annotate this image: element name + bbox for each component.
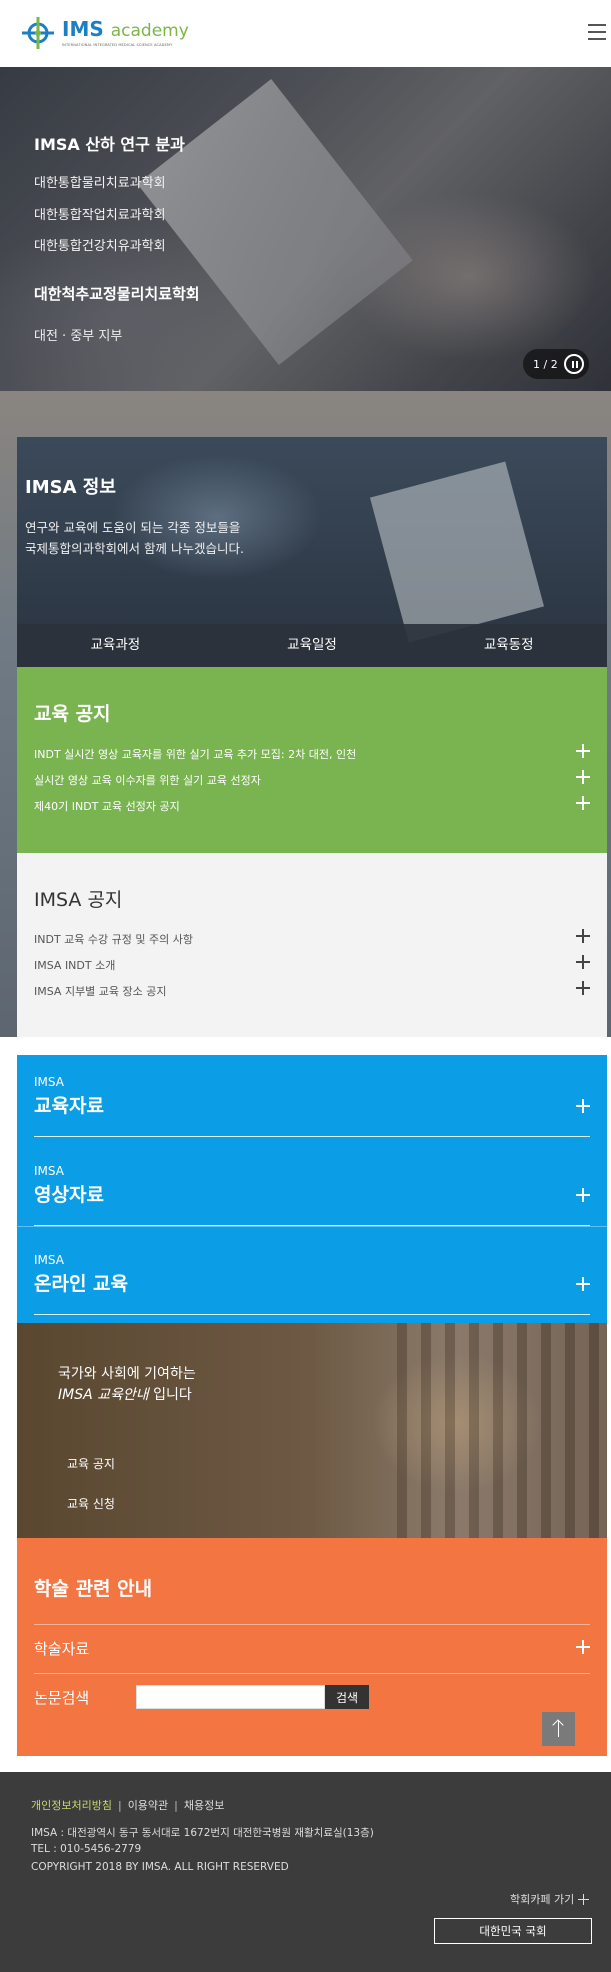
tab-courses[interactable]: 교육과정 [17, 624, 214, 667]
privacy-policy-link[interactable]: 개인정보처리방침 [31, 1799, 112, 1812]
logo-mark-icon [20, 15, 56, 51]
slider-pager: 1 / 2 [523, 349, 589, 379]
hero-title: IMSA 산하 연구 분과 [34, 135, 185, 154]
plus-icon[interactable] [576, 929, 590, 943]
resource-org-label: IMSA [34, 1253, 64, 1267]
list-item[interactable]: 실시간 영상 교육 이수자를 위한 실기 교육 선정자 [34, 768, 590, 790]
recruit-link[interactable]: 채용정보 [184, 1799, 224, 1812]
scroll-top-icon[interactable] [542, 1712, 575, 1746]
list-item[interactable]: IMSA INDT 소개 [34, 953, 590, 975]
resource-link-materials[interactable]: IMSA 교육자료 [34, 1075, 590, 1137]
hero-item-physio[interactable]: 대한통합물리치료과학회 [34, 172, 166, 191]
tab-news[interactable]: 교육동정 [410, 624, 607, 667]
promo-link-apply[interactable]: 교육 신청 [67, 1495, 115, 1512]
list-item-text: IMSA INDT 소개 [34, 959, 116, 972]
resource-title: 영상자료 [34, 1184, 104, 1206]
resource-org-label: IMSA [34, 1075, 64, 1089]
education-notice-title: 교육 공지 [34, 703, 111, 725]
promo-link-notice[interactable]: 교육 공지 [67, 1455, 115, 1472]
resources-panel: IMSA 교육자료 IMSA 영상자료 IMSA 온라인 교육 [17, 1055, 607, 1323]
resource-title: 교육자료 [34, 1095, 104, 1117]
search-button[interactable]: 검색 [325, 1685, 369, 1709]
logo-name: IMS academy [62, 17, 189, 41]
academic-row-label: 학술자료 [34, 1640, 90, 1658]
promo-line: IMSA 교육안내 입니다 [58, 1387, 192, 1403]
hero-branch[interactable]: 대전 · 중부 지부 [34, 325, 122, 344]
imsa-notice-panel: IMSA 공지 INDT 교육 수강 규정 및 주의 사항 IMSA INDT … [17, 853, 607, 1037]
hero-item-health[interactable]: 대한통합건강치유과학회 [34, 235, 166, 254]
info-desc-line: 국제통합의과학회에서 함께 나누겠습니다. [25, 541, 244, 556]
footer-address: IMSA : 대전광역시 동구 동서대로 1672번지 대전한국병원 재활치료실… [31, 1827, 374, 1839]
promo-line: 국가와 사회에 기여하는 [58, 1366, 196, 1382]
info-desc-line: 연구와 교육에 도움이 되는 각종 정보들을 [25, 520, 241, 535]
imsa-notice-title: IMSA 공지 [34, 889, 123, 911]
plus-icon[interactable] [576, 1277, 590, 1291]
academic-title: 학술 관련 안내 [34, 1578, 153, 1600]
plus-icon[interactable] [576, 744, 590, 758]
plus-icon[interactable] [576, 770, 590, 784]
hamburger-menu-icon[interactable] [588, 24, 606, 40]
list-item[interactable]: IMSA 지부별 교육 장소 공지 [34, 979, 590, 1001]
list-item-text: 실시간 영상 교육 이수자를 위한 실기 교육 선정자 [34, 774, 261, 787]
list-item-text: IMSA 지부별 교육 장소 공지 [34, 985, 167, 998]
paper-search-input[interactable] [136, 1685, 325, 1709]
list-item[interactable]: INDT 교육 수강 규정 및 주의 사항 [34, 927, 590, 949]
paper-search-label: 논문검색 [34, 1689, 90, 1707]
resource-org-label: IMSA [34, 1164, 64, 1178]
terms-link[interactable]: 이용약관 [128, 1799, 168, 1812]
hero-subtitle: 대한척추교정물리치료학회 [34, 285, 200, 303]
footer-copyright: COPYRIGHT 2018 BY IMSA. ALL RIGHT RESERV… [31, 1861, 289, 1873]
site-header: IMS academy INTERNATIONAL INTEGRATED MED… [0, 0, 611, 67]
footer-links: 개인정보처리방침 | 이용약관 | 채용정보 [31, 1799, 225, 1812]
info-title: IMSA 정보 [25, 477, 116, 498]
resource-title: 온라인 교육 [34, 1273, 129, 1295]
plus-icon[interactable] [576, 1640, 590, 1654]
imsa-info-panel: IMSA 정보 연구와 교육에 도움이 되는 각종 정보들을 국제통합의과학회에… [17, 437, 607, 667]
divider [34, 1673, 590, 1674]
hero-slider: IMSA 산하 연구 분과 대한통합물리치료과학회 대한통합작업치료과학회 대한… [0, 67, 611, 391]
info-background-notebook [369, 461, 545, 643]
resource-link-videos[interactable]: IMSA 영상자료 [34, 1164, 590, 1226]
cafe-link[interactable]: 학회카페 가기 [510, 1891, 590, 1907]
site-footer: 개인정보처리방침 | 이용약관 | 채용정보 IMSA : 대전광역시 동구 동서대로 … [0, 1772, 611, 1972]
slider-page-indicator: 1 / 2 [533, 357, 558, 371]
divider [0, 1226, 611, 1227]
national-assembly-link[interactable]: 대한민국 국회 [434, 1918, 592, 1944]
cafe-link-label: 학회카페 가기 [510, 1893, 575, 1906]
plus-icon[interactable] [576, 955, 590, 969]
academic-panel: 학술 관련 안내 학술자료 논문검색 검색 [17, 1538, 607, 1756]
footer-tel: TEL : 010-5456-2779 [31, 1843, 142, 1855]
education-guide-banner: 국가와 사회에 기여하는 IMSA 교육안내 입니다 교육 공지 교육 신청 [17, 1323, 607, 1538]
list-item[interactable]: 제40기 INDT 교육 선정자 공지 [34, 794, 590, 816]
list-item-text: 제40기 INDT 교육 선정자 공지 [34, 800, 180, 813]
logo-subtitle: INTERNATIONAL INTEGRATED MEDICAL SCIENCE… [62, 43, 173, 47]
info-tabs: 교육과정 교육일정 교육동정 [17, 624, 607, 667]
hero-item-occupational[interactable]: 대한통합작업치료과학회 [34, 204, 166, 223]
list-item[interactable]: INDT 실시간 영상 교육자를 위한 실기 교육 추가 모집: 2차 대전, … [34, 742, 590, 764]
tab-schedule[interactable]: 교육일정 [214, 624, 411, 667]
education-notice-panel: 교육 공지 INDT 실시간 영상 교육자를 위한 실기 교육 추가 모집: 2… [17, 667, 607, 853]
site-logo[interactable]: IMS academy INTERNATIONAL INTEGRATED MED… [20, 14, 189, 52]
list-item-text: INDT 교육 수강 규정 및 주의 사항 [34, 933, 193, 946]
plus-icon[interactable] [576, 981, 590, 995]
academic-materials-row[interactable]: 학술자료 [34, 1624, 590, 1674]
resource-link-online[interactable]: IMSA 온라인 교육 [34, 1253, 590, 1315]
plus-icon[interactable] [576, 796, 590, 810]
pause-icon[interactable] [563, 354, 584, 374]
plus-icon[interactable] [576, 1099, 590, 1113]
promo-background-books [397, 1323, 607, 1538]
plus-icon [578, 1894, 590, 1905]
plus-icon[interactable] [576, 1188, 590, 1202]
list-item-text: INDT 실시간 영상 교육자를 위한 실기 교육 추가 모집: 2차 대전, … [34, 748, 357, 761]
